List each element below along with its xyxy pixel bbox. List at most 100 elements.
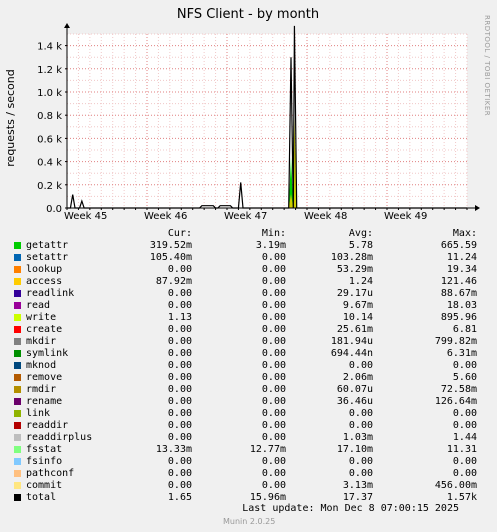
legend-value-cur: 87.92m [155, 276, 192, 287]
legend-label: access [26, 276, 63, 287]
legend-value-cur: 0.00 [167, 336, 192, 347]
legend-row-access: access 87.92m 0.00 1.24 121.46 [0, 276, 497, 288]
legend-value-cur: 0.00 [167, 408, 192, 419]
legend-value-cur: 0.00 [167, 324, 192, 335]
legend-value-cur: 0.00 [167, 360, 192, 371]
legend-label: getattr [26, 240, 69, 251]
legend-label: read [26, 300, 51, 311]
legend-swatch [14, 326, 21, 333]
legend-value-avg: 0.00 [348, 360, 373, 371]
legend-row-readdir: readdir 0.00 0.00 0.00 0.00 [0, 420, 497, 432]
legend-value-min: 0.00 [261, 252, 286, 263]
x-axis-arrow [475, 205, 480, 211]
legend-value-min: 0.00 [261, 396, 286, 407]
legend-value-avg: 0.00 [348, 468, 373, 479]
legend-value-max: 11.31 [446, 444, 477, 455]
legend-label: readdir [26, 420, 69, 431]
legend-row-setattr: setattr 105.40m 0.00 103.28m 11.24 [0, 252, 497, 264]
legend-row-create: create 0.00 0.00 25.61m 6.81 [0, 324, 497, 336]
legend-value-max: 11.24 [446, 252, 477, 263]
legend-value-max: 0.00 [452, 468, 477, 479]
legend-value-min: 0.00 [261, 432, 286, 443]
legend-label: commit [26, 480, 63, 491]
legend-swatch [14, 482, 21, 489]
legend-swatch [14, 266, 21, 273]
legend-value-cur: 0.00 [167, 300, 192, 311]
legend-row-remove: remove 0.00 0.00 2.06m 5.60 [0, 372, 497, 384]
header-cur: Cur: [167, 228, 192, 239]
legend-value-avg: 9.67m [342, 300, 373, 311]
x-tick-label: Week 46 [144, 211, 187, 222]
legend-value-avg: 694.44n [330, 348, 373, 359]
legend-value-min: 0.00 [261, 480, 286, 491]
legend-swatch [14, 410, 21, 417]
y-tick-label: 0.8 k [37, 111, 62, 122]
legend-value-min: 0.00 [261, 264, 286, 275]
legend-row-write: write 1.13 0.00 10.14 895.96 [0, 312, 497, 324]
plot-area [67, 34, 467, 208]
legend-value-avg: 29.17u [336, 288, 373, 299]
legend-value-avg: 1.24 [348, 276, 373, 287]
legend-value-min: 0.00 [261, 288, 286, 299]
legend-value-min: 0.00 [261, 372, 286, 383]
legend-label: pathconf [26, 468, 75, 479]
legend-swatch [14, 302, 21, 309]
legend-value-cur: 0.00 [167, 456, 192, 467]
legend-value-min: 0.00 [261, 276, 286, 287]
legend-value-max: 1.44 [452, 432, 477, 443]
y-tick-label: 0.2 k [37, 181, 62, 192]
legend-swatch [14, 386, 21, 393]
legend-value-min: 0.00 [261, 324, 286, 335]
legend-value-avg: 0.00 [348, 408, 373, 419]
legend-value-cur: 0.00 [167, 396, 192, 407]
legend-swatch [14, 422, 21, 429]
legend-swatch [14, 494, 21, 501]
legend-value-min: 0.00 [261, 300, 286, 311]
legend-swatch [14, 314, 21, 321]
y-axis-arrow [64, 23, 70, 28]
legend-value-avg: 60.07u [336, 384, 373, 395]
legend-value-max: 895.96 [440, 312, 477, 323]
legend-row-fsinfo: fsinfo 0.00 0.00 0.00 0.00 [0, 456, 497, 468]
legend-value-avg: 36.46u [336, 396, 373, 407]
legend-swatch [14, 398, 21, 405]
legend-swatch [14, 242, 21, 249]
legend-value-avg: 0.00 [348, 420, 373, 431]
legend-label: fsinfo [26, 456, 63, 467]
legend-swatch [14, 290, 21, 297]
legend-value-avg: 1.03m [342, 432, 373, 443]
legend-label: total [26, 492, 57, 503]
legend-value-avg: 5.78 [348, 240, 373, 251]
legend-row-pathconf: pathconf 0.00 0.00 0.00 0.00 [0, 468, 497, 480]
legend-row-readdirplus: readdirplus 0.00 0.00 1.03m 1.44 [0, 432, 497, 444]
y-tick-label: 0.6 k [37, 134, 62, 145]
y-axis-label: requests / second [4, 69, 17, 166]
legend-value-max: 88.67m [440, 288, 477, 299]
legend-row-read: read 0.00 0.00 9.67m 18.03 [0, 300, 497, 312]
header-min: Min: [261, 228, 286, 239]
legend-value-avg: 10.14 [342, 312, 373, 323]
legend-value-cur: 0.00 [167, 480, 192, 491]
legend-row-symlink: symlink 0.00 0.00 694.44n 6.31m [0, 348, 497, 360]
legend-value-avg: 53.29m [336, 264, 373, 275]
legend-value-max: 0.00 [452, 408, 477, 419]
legend-value-cur: 0.00 [167, 264, 192, 275]
legend-value-max: 18.03 [446, 300, 477, 311]
legend-label: fsstat [26, 444, 63, 455]
legend-value-min: 0.00 [261, 336, 286, 347]
rrdtool-credit: RRDTOOL / TOBI OETIKER [483, 15, 491, 116]
legend-value-max: 6.81 [452, 324, 477, 335]
legend-value-cur: 105.40m [149, 252, 192, 263]
legend-swatch [14, 350, 21, 357]
legend-value-min: 0.00 [261, 420, 286, 431]
legend-value-min: 0.00 [261, 456, 286, 467]
legend-value-avg: 181.94u [330, 336, 373, 347]
legend-swatch [14, 254, 21, 261]
legend-value-cur: 13.33m [155, 444, 192, 455]
legend-value-min: 0.00 [261, 312, 286, 323]
legend-swatch [14, 470, 21, 477]
legend-value-max: 799.82m [434, 336, 477, 347]
legend-swatch [14, 362, 21, 369]
legend-value-min: 3.19m [255, 240, 286, 251]
y-tick-label: 0.4 k [37, 158, 62, 169]
